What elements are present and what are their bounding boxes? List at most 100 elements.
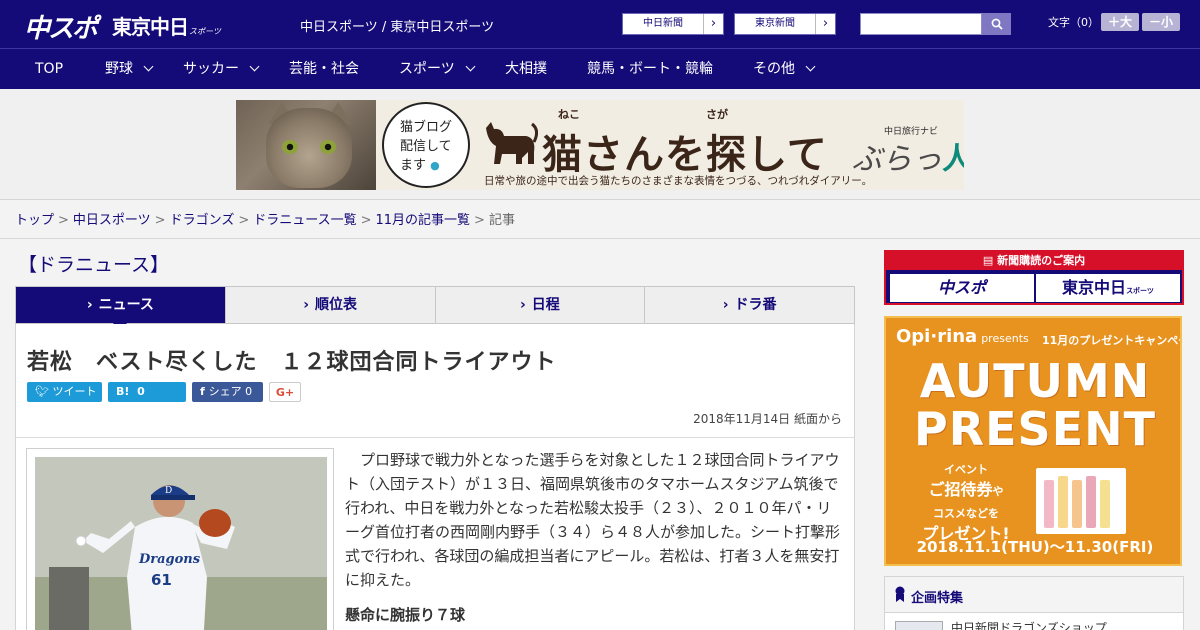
chunichi-shimbun-link[interactable]: 中日新聞 › xyxy=(622,13,724,35)
share-buttons: 🐦︎ ツイート B! 0 f シェア 0 G+ xyxy=(27,382,301,402)
nav-item-soccer[interactable]: サッカー xyxy=(183,49,260,89)
ext-link-label: 中日新聞 xyxy=(643,18,683,29)
tokyo-shimbun-link[interactable]: 東京新聞 › xyxy=(734,13,836,35)
tab-label: ドラ番 xyxy=(734,297,777,313)
tab-dora-ban[interactable]: › ドラ番 xyxy=(645,287,854,323)
cat-blog-banner[interactable]: 猫ブログ配信してます ● ねこ さが 猫さんを探して 日常や旅の途中で出会う猫た… xyxy=(236,100,964,190)
chevron-right-icon: › xyxy=(86,297,93,313)
cosmetic-bottles-icon xyxy=(1044,476,1110,528)
nav-label: 野球 xyxy=(105,61,133,77)
jersey-team-name: Dragons xyxy=(138,552,201,567)
breadcrumb-link-top[interactable]: トップ xyxy=(15,213,54,228)
tokyo-chunichi-subscribe-logo-text: 東京中日 xyxy=(1062,278,1127,297)
twitter-icon: 🐦︎ xyxy=(35,385,53,398)
chevron-down-icon xyxy=(249,61,260,72)
banner-title: 猫さんを探して xyxy=(542,132,828,178)
breadcrumb-separator: > xyxy=(238,213,250,228)
section-title: 【ドラニュース】 xyxy=(18,254,170,276)
news-tabs: › ニュース › 順位表 › 日程 › ドラ番 xyxy=(15,286,855,331)
banner-ruby-neko: ねこ xyxy=(558,108,580,121)
burat-logo-text: ぶらっ xyxy=(852,142,942,177)
bubble-text-content: 猫ブログ配信してます xyxy=(400,120,453,173)
facebook-label: シェア xyxy=(208,385,242,398)
article-dateline: 2018年11月14日 紙面から xyxy=(693,412,842,426)
tab-standings[interactable]: › 順位表 xyxy=(226,287,436,323)
breadcrumb-link-november-list[interactable]: 11月の記事一覧 xyxy=(376,213,471,228)
tokyo-chunichi-subscribe-logo-small: スポーツ xyxy=(1126,287,1154,295)
font-size-label: 文字（0） xyxy=(1048,16,1099,29)
cat-face xyxy=(266,108,352,188)
search-button[interactable] xyxy=(982,13,1011,35)
feature-item-link[interactable]: 中日新聞ドラゴンズショップ xyxy=(951,619,1107,630)
chuspo-logo[interactable]: 中スポ xyxy=(24,8,98,45)
font-larger-button[interactable]: ＋大 xyxy=(1101,13,1139,31)
site-header: 中スポ 東京中日スポーツ 中日スポーツ / 東京中日スポーツ 中日新聞 › 東京… xyxy=(0,0,1200,48)
ad-event-line-1: イベント xyxy=(944,463,988,476)
main-nav: TOP 野球 サッカー 芸能・社会 スポーツ 大相撲 競馬・ボート・競輪 その他 xyxy=(0,48,1200,89)
banner-subtitle: 日常や旅の途中で出会う猫たちのさまざまな表情をつづる、つれづれダイアリー。 xyxy=(484,175,873,187)
burat-logo-mark: 人 xyxy=(942,142,964,177)
search-input[interactable] xyxy=(860,13,982,35)
site-name-link[interactable]: 中日スポーツ / 東京中日スポーツ xyxy=(300,16,494,35)
breadcrumb-link-dora-news-list[interactable]: ドラニュース一覧 xyxy=(253,213,356,228)
tab-label: 日程 xyxy=(531,297,560,313)
subscription-box[interactable]: ▤ 新聞購読のご案内 中スポ 東京中日スポーツ xyxy=(884,250,1184,305)
nav-item-racing[interactable]: 競馬・ボート・競輪 xyxy=(587,49,713,89)
cosmetics-image xyxy=(1036,468,1126,534)
ad-brand-name: Opi·rina xyxy=(896,326,978,347)
article-photo[interactable]: D Dragons 61 xyxy=(35,457,327,630)
ad-event-line-2: ご招待券 xyxy=(928,480,993,499)
nav-item-other[interactable]: その他 xyxy=(753,49,816,89)
article-headline: 若松 ベスト尽くした １２球団合同トライアウト xyxy=(27,350,557,375)
tab-schedule[interactable]: › 日程 xyxy=(436,287,646,323)
ad-event-text: イベント ご招待券や コスメなどを プレゼント! xyxy=(906,458,1026,544)
article: 若松 ベスト尽くした １２球団合同トライアウト 🐦︎ ツイート B! 0 f シ… xyxy=(15,324,855,630)
google-plus-icon: G+ xyxy=(275,386,295,399)
autumn-present-ad[interactable]: Opi·rinapresents 11月のプレゼントキャンペーン AUTUMN … xyxy=(884,316,1182,566)
google-plus-button[interactable]: G+ xyxy=(269,382,301,402)
tokyo-chunichi-logo[interactable]: 東京中日スポーツ xyxy=(112,11,221,40)
breadcrumb-link-chunichi-sports[interactable]: 中日スポーツ xyxy=(73,213,151,228)
cap-letter: D xyxy=(165,486,172,496)
tokyo-chunichi-subscribe-logo[interactable]: 東京中日スポーツ xyxy=(1036,274,1180,302)
chuspo-subscribe-logo[interactable]: 中スポ xyxy=(890,274,1034,302)
cat-silhouette-icon xyxy=(486,122,538,164)
nav-item-entertainment[interactable]: 芸能・社会 xyxy=(289,49,359,89)
banner-ruby-saga: さが xyxy=(706,108,728,121)
tab-news[interactable]: › ニュース xyxy=(16,287,226,331)
ad-month: 11月のプレゼントキャンペーン xyxy=(1042,334,1180,347)
article-photo-frame: D Dragons 61 xyxy=(26,448,334,630)
hatena-bookmark-button[interactable]: B! 0 xyxy=(108,382,186,402)
chevron-right-icon: › xyxy=(303,297,310,313)
breadcrumb: トップ > 中日スポーツ > ドラゴンズ > ドラニュース一覧 >11月の記事一覧 > 記事 xyxy=(15,209,515,228)
chevron-right-icon: › xyxy=(722,297,729,313)
nav-item-sports[interactable]: スポーツ xyxy=(399,49,476,89)
ext-link-label: 東京新聞 xyxy=(755,18,795,29)
banner-area: 猫ブログ配信してます ● ねこ さが 猫さんを探して 日常や旅の途中で出会う猫た… xyxy=(0,89,1200,200)
tokyo-chunichi-logo-small: スポーツ xyxy=(189,27,221,36)
feature-thumbnail[interactable] xyxy=(895,621,943,630)
nav-item-sumo[interactable]: 大相撲 xyxy=(505,49,547,89)
feature-box: 企画特集 中日新聞ドラゴンズショップ xyxy=(884,576,1184,630)
ad-date: 2018.11.1(THU)〜11.30(FRI) xyxy=(916,538,1154,556)
ad-presents: presents xyxy=(981,332,1029,345)
nav-label: サッカー xyxy=(183,61,239,77)
pitcher-photo: D Dragons 61 xyxy=(35,457,327,630)
feature-header: 企画特集 xyxy=(885,577,1183,613)
nav-item-baseball[interactable]: 野球 xyxy=(105,49,154,89)
nav-label: 芸能・社会 xyxy=(289,61,359,77)
article-subhead: 懸命に腕振り７球 xyxy=(345,606,466,624)
breadcrumb-link-dragons[interactable]: ドラゴンズ xyxy=(170,213,235,228)
nav-label: その他 xyxy=(753,61,795,77)
ribbon-icon xyxy=(895,586,905,602)
facebook-share-button[interactable]: f シェア 0 xyxy=(192,382,263,402)
burat-logo: ぶらっ人 xyxy=(852,134,964,178)
font-smaller-button[interactable]: －小 xyxy=(1142,13,1180,31)
chevron-down-icon xyxy=(465,61,476,72)
cat-eye xyxy=(320,140,336,154)
jersey-number: 61 xyxy=(151,571,172,589)
paw-icon: ● xyxy=(430,159,440,172)
tweet-button[interactable]: 🐦︎ ツイート xyxy=(27,382,102,402)
nav-item-top[interactable]: TOP xyxy=(35,49,63,89)
chevron-right-icon: › xyxy=(815,14,835,34)
